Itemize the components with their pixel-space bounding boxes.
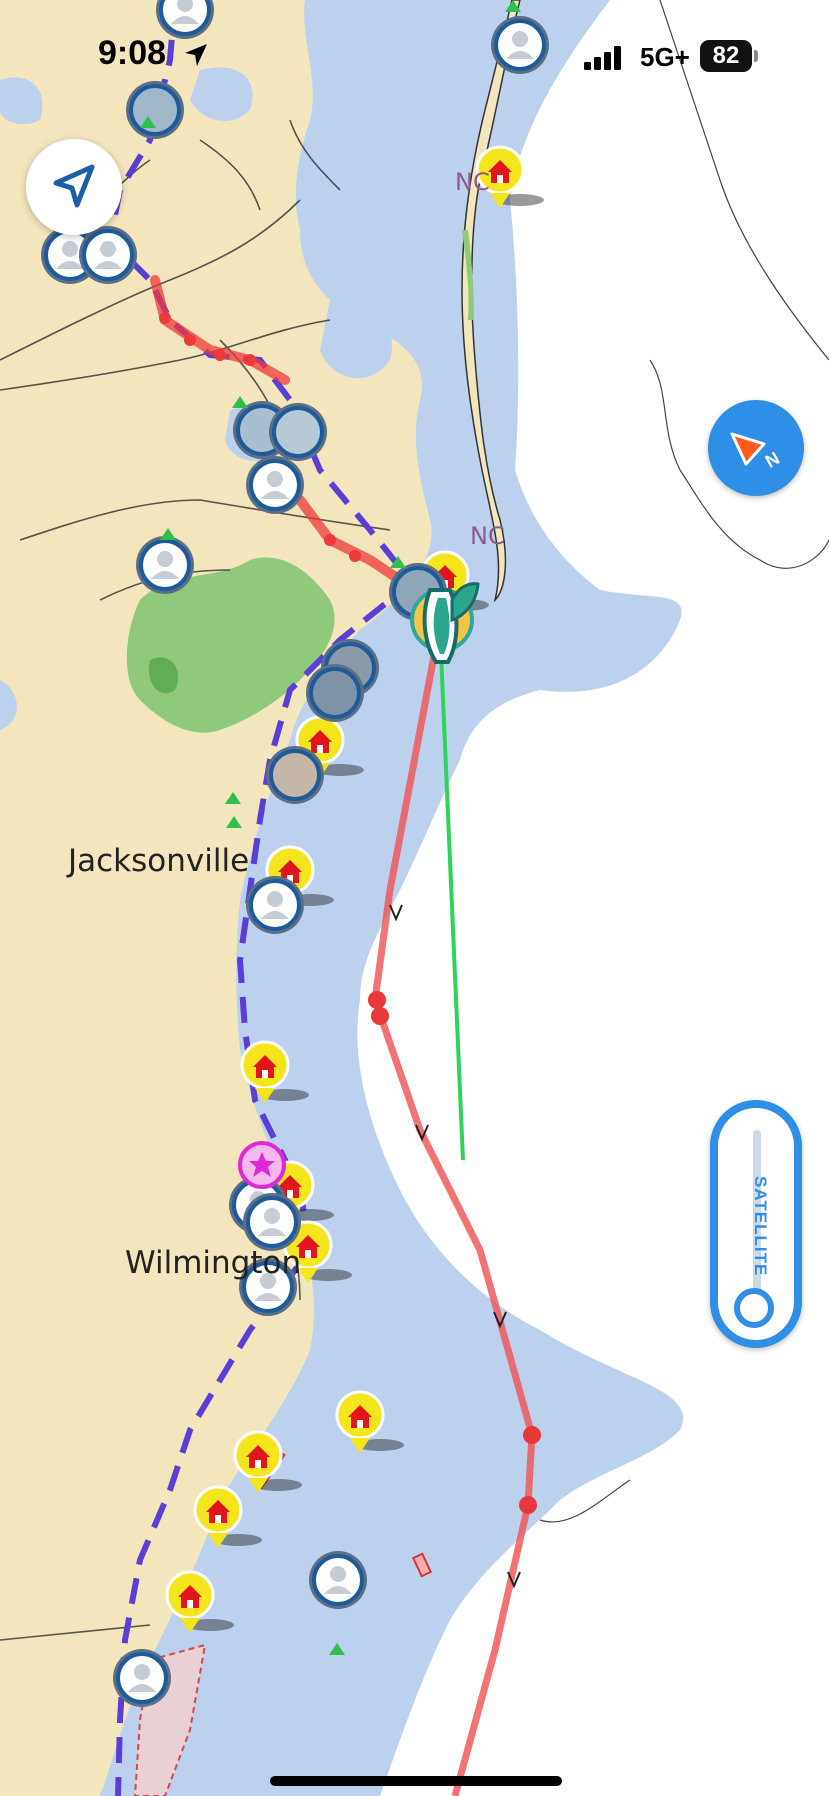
boat-marker[interactable] (241, 1191, 303, 1253)
status-time: 9:08 (98, 34, 167, 72)
boat-marker[interactable] (269, 403, 327, 461)
boat-marker[interactable] (307, 1549, 369, 1611)
star-waypoint-marker[interactable] (238, 1141, 286, 1189)
svg-text:N: N (762, 448, 783, 472)
boat-marker[interactable] (77, 224, 139, 286)
compass-north-icon: N (730, 432, 783, 472)
cellular-signal-icon (584, 46, 621, 70)
satellite-label: SATELLITE (751, 1176, 770, 1277)
map-canvas[interactable] (0, 0, 829, 1796)
boat-marker[interactable] (244, 874, 306, 936)
boat-marker[interactable] (134, 534, 196, 596)
satellite-toggle[interactable]: SATELLITE (710, 1100, 802, 1348)
state-label-nc: NC (470, 522, 505, 550)
satellite-toggle-inner: SATELLITE (718, 1108, 794, 1340)
locate-me-button[interactable] (26, 139, 122, 235)
navigation-arrow-icon (53, 164, 95, 208)
boat-marker[interactable] (244, 454, 306, 516)
satellite-slider-knob[interactable] (734, 1288, 774, 1328)
location-services-icon (185, 44, 207, 66)
network-type: 5G+ (640, 42, 690, 72)
city-label-wilmington: Wilmington (125, 1245, 302, 1281)
home-indicator[interactable] (270, 1776, 562, 1786)
compass-north-button[interactable]: N (708, 400, 804, 496)
status-bar: 9:08 5G+ 82 (0, 0, 829, 110)
boat-marker[interactable] (266, 746, 324, 804)
boat-marker[interactable] (111, 1647, 173, 1709)
battery-tip (754, 50, 758, 62)
battery-indicator: 82 (700, 40, 752, 72)
boat-marker[interactable] (306, 664, 364, 722)
city-label-jacksonville: Jacksonville (68, 843, 250, 879)
state-label-nc: NC (455, 168, 490, 196)
